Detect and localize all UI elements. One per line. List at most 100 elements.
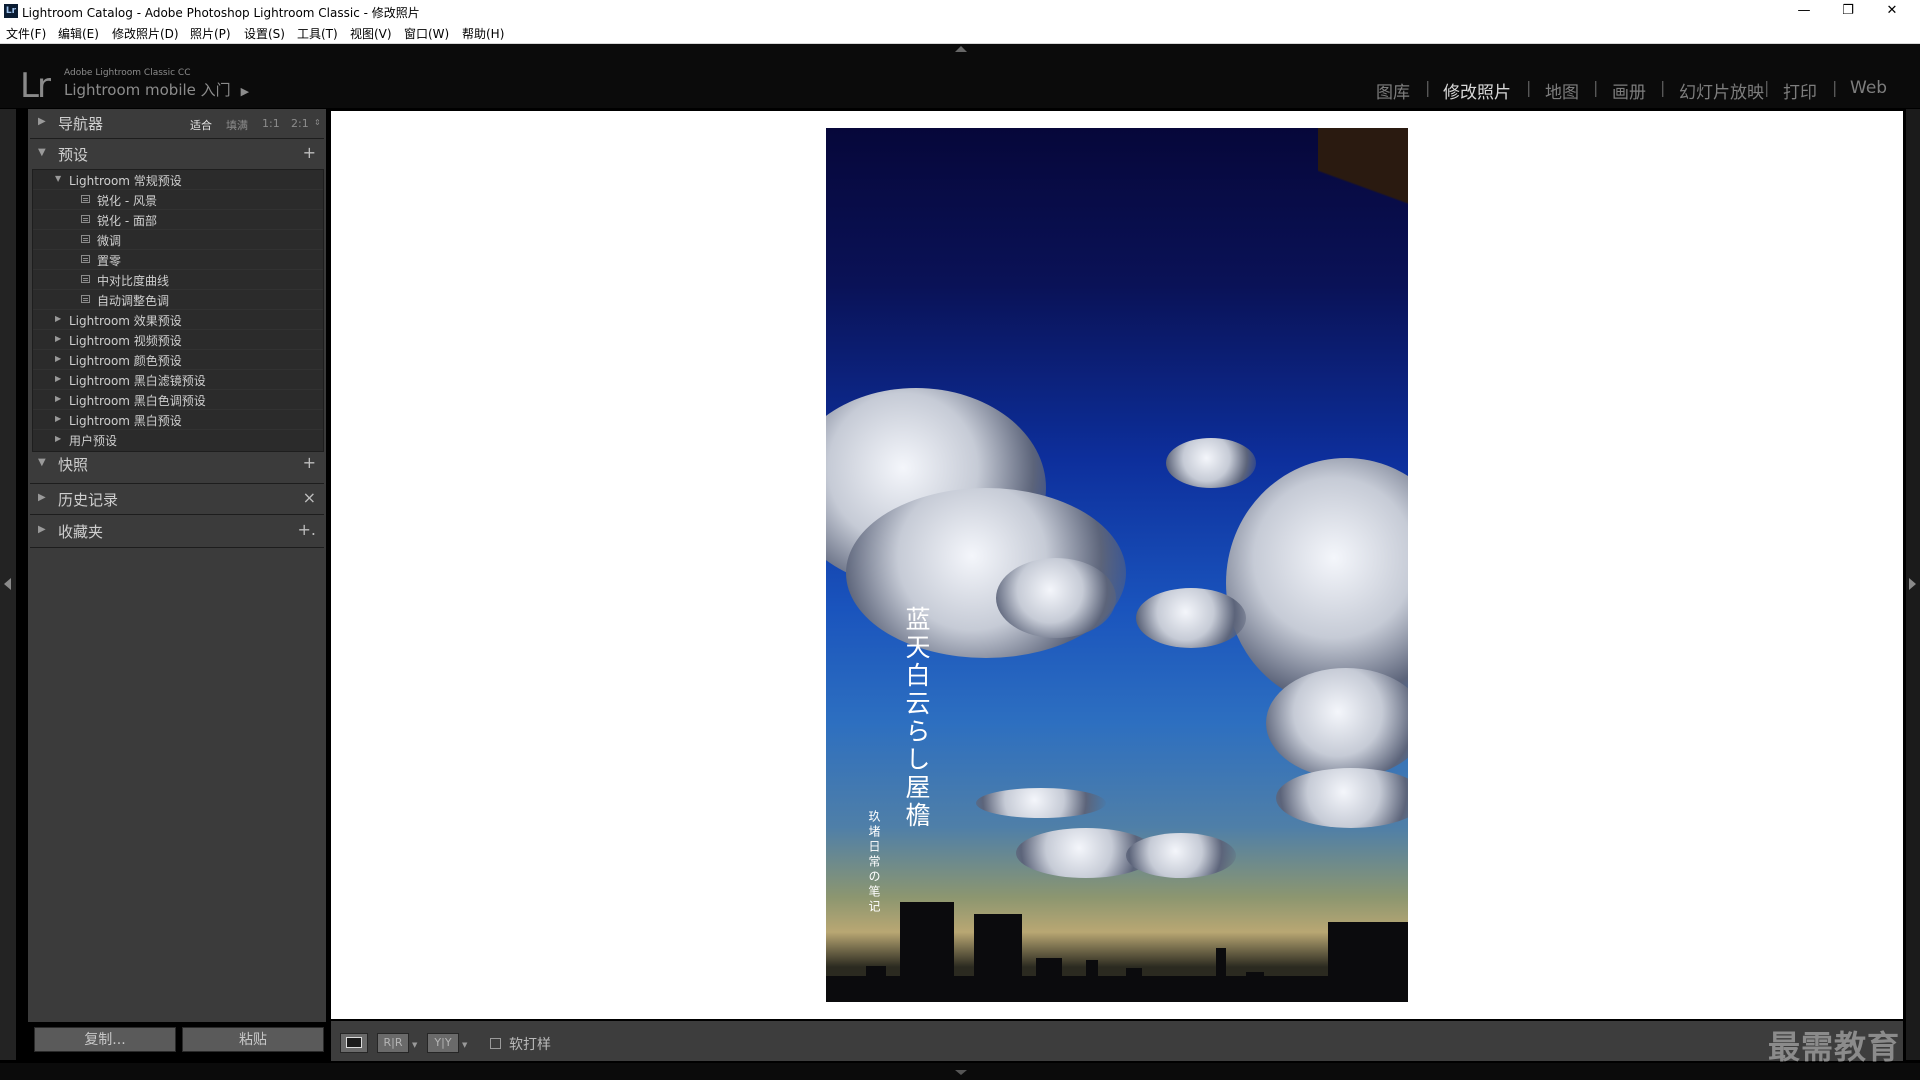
navigator-title: 导航器 [58, 115, 104, 133]
zoom-fit[interactable]: 适合 [190, 117, 212, 133]
roof-edge [1318, 128, 1408, 308]
presets-header[interactable]: ▼ 预设 + [28, 140, 326, 168]
chevron-down-icon[interactable]: ▼ [462, 1041, 467, 1049]
module-map[interactable]: 地图 [1545, 78, 1579, 103]
zoom-1-1[interactable]: 1:1 [262, 117, 280, 130]
play-arrow-icon: ▶ [240, 85, 250, 98]
menu-develop[interactable]: 修改照片(D) [112, 25, 179, 42]
cloud [1166, 438, 1256, 488]
add-preset-icon[interactable]: + [303, 143, 316, 162]
app-icon: Lr [4, 4, 18, 18]
photo-preview[interactable]: 蓝天白云らし屋檐 玖堵日常の笔记 [826, 128, 1408, 1002]
preset-item-label: 锐化 - 面部 [97, 214, 157, 228]
photo-subtitle-text: 玖堵日常の笔记 [867, 810, 881, 915]
preset-item[interactable]: 自动调整色调 [33, 290, 323, 310]
module-develop[interactable]: 修改照片 [1443, 78, 1511, 103]
snapshots-title: 快照 [58, 456, 89, 474]
building [1086, 960, 1098, 1002]
menu-window[interactable]: 窗口(W) [404, 25, 449, 42]
collapse-top-panel-icon[interactable] [955, 46, 967, 52]
module-web[interactable]: Web [1850, 78, 1887, 98]
expand-triangle-icon: ▶ [38, 116, 46, 127]
cloud [1266, 668, 1408, 778]
lightroom-mobile-label: Lightroom mobile 入门 [64, 81, 231, 99]
menu-edit[interactable]: 编辑(E) [58, 25, 99, 42]
collapse-left-panel-icon[interactable] [4, 578, 11, 590]
collapse-triangle-icon: ▼ [38, 457, 46, 468]
preset-item[interactable]: 锐化 - 面部 [33, 210, 323, 230]
lightroom-mobile-link[interactable]: Lightroom mobile 入门 ▶ [64, 79, 249, 100]
menu-help[interactable]: 帮助(H) [462, 25, 504, 42]
preset-group-effects[interactable]: ▶ Lightroom 效果预设 [33, 310, 323, 330]
clear-history-icon[interactable]: × [303, 488, 316, 507]
before-after-lr-icon[interactable]: R|R [377, 1033, 409, 1053]
cloud [976, 788, 1106, 818]
building [1216, 948, 1226, 1002]
preset-group-bw-filter[interactable]: ▶ Lightroom 黑白滤镜预设 [33, 370, 323, 390]
title-bar: Lr Lightroom Catalog - Adobe Photoshop L… [0, 0, 1920, 22]
collections-header[interactable]: ▶ 收藏夹 +. [28, 517, 326, 545]
divider [30, 138, 324, 139]
preset-icon [81, 275, 90, 283]
restore-icon[interactable]: ❐ [1826, 0, 1870, 22]
expand-triangle-icon: ▶ [55, 374, 62, 383]
collapse-filmstrip-icon[interactable] [955, 1070, 967, 1075]
minimize-icon[interactable]: — [1782, 0, 1826, 22]
preset-group-general[interactable]: ▼ Lightroom 常规预设 [33, 170, 323, 190]
preset-group-label: Lightroom 黑白色调预设 [69, 394, 206, 408]
building [900, 902, 954, 1002]
window-title: Lightroom Catalog - Adobe Photoshop Ligh… [22, 6, 420, 20]
preset-item[interactable]: 微调 [33, 230, 323, 250]
preset-item[interactable]: 锐化 - 风景 [33, 190, 323, 210]
menu-file[interactable]: 文件(F) [6, 25, 46, 42]
preset-group-video[interactable]: ▶ Lightroom 视频预设 [33, 330, 323, 350]
history-header[interactable]: ▶ 历史记录 × [28, 485, 326, 513]
softproof-checkbox[interactable] [490, 1038, 501, 1049]
navigator-header[interactable]: ▶ 导航器 适合 填满 1:1 2:1 ⇕ [28, 109, 326, 137]
preset-group-color[interactable]: ▶ Lightroom 颜色预设 [33, 350, 323, 370]
module-slideshow[interactable]: 幻灯片放映 [1679, 78, 1764, 103]
module-library[interactable]: 图库 [1376, 78, 1410, 103]
preset-item[interactable]: 中对比度曲线 [33, 270, 323, 290]
develop-toolbar: R|R ▼ Y|Y ▼ 软打样 [331, 1021, 1903, 1061]
preset-group-bw[interactable]: ▶ Lightroom 黑白预设 [33, 410, 323, 430]
copy-button[interactable]: 复制... [34, 1027, 176, 1052]
chevron-down-icon[interactable]: ▼ [412, 1041, 417, 1049]
menu-view[interactable]: 视图(V) [350, 25, 392, 42]
expand-triangle-icon: ▶ [55, 354, 62, 363]
module-separator: | [1526, 78, 1532, 97]
expand-right-panel-icon[interactable] [1909, 578, 1916, 590]
paste-button[interactable]: 粘贴 [182, 1027, 324, 1052]
before-after-tb-icon[interactable]: Y|Y [427, 1033, 459, 1053]
expand-triangle-icon: ▶ [55, 334, 62, 343]
close-icon[interactable]: ✕ [1870, 0, 1914, 22]
menu-tools[interactable]: 工具(T) [297, 25, 338, 42]
preset-item[interactable]: 置零 [33, 250, 323, 270]
collapse-triangle-icon: ▼ [55, 174, 62, 183]
preset-group-label: Lightroom 常规预设 [69, 174, 182, 188]
menu-settings[interactable]: 设置(S) [244, 25, 285, 42]
identity-subtitle: Adobe Lightroom Classic CC [64, 68, 191, 78]
zoom-fill[interactable]: 填满 [226, 117, 248, 133]
loupe-view-icon[interactable] [340, 1033, 368, 1053]
preset-group-user[interactable]: ▶ 用户预设 [33, 430, 323, 450]
preset-item-label: 中对比度曲线 [97, 274, 170, 288]
module-print[interactable]: 打印 [1783, 78, 1817, 103]
module-book[interactable]: 画册 [1612, 78, 1646, 103]
softproof-label: 软打样 [509, 1037, 551, 1053]
preset-icon [81, 195, 90, 203]
expand-triangle-icon: ▶ [38, 492, 46, 503]
menu-photo[interactable]: 照片(P) [190, 25, 231, 42]
snapshots-header[interactable]: ▼ 快照 + [28, 450, 326, 478]
left-panel: ▶ 导航器 适合 填满 1:1 2:1 ⇕ ▼ 预设 + ▼ Lightroom… [28, 109, 326, 1022]
photo-title-text: 蓝天白云らし屋檐 [902, 606, 931, 830]
add-collection-icon[interactable]: +. [298, 520, 317, 539]
preset-group-bw-toned[interactable]: ▶ Lightroom 黑白色调预设 [33, 390, 323, 410]
cloud [996, 558, 1116, 638]
expand-triangle-icon: ▶ [55, 434, 62, 443]
add-snapshot-icon[interactable]: + [303, 453, 316, 472]
module-separator: | [1764, 78, 1770, 97]
zoom-stepper-icon[interactable]: ⇕ [314, 118, 321, 127]
preset-icon [81, 215, 90, 223]
zoom-2-1[interactable]: 2:1 [291, 117, 309, 130]
